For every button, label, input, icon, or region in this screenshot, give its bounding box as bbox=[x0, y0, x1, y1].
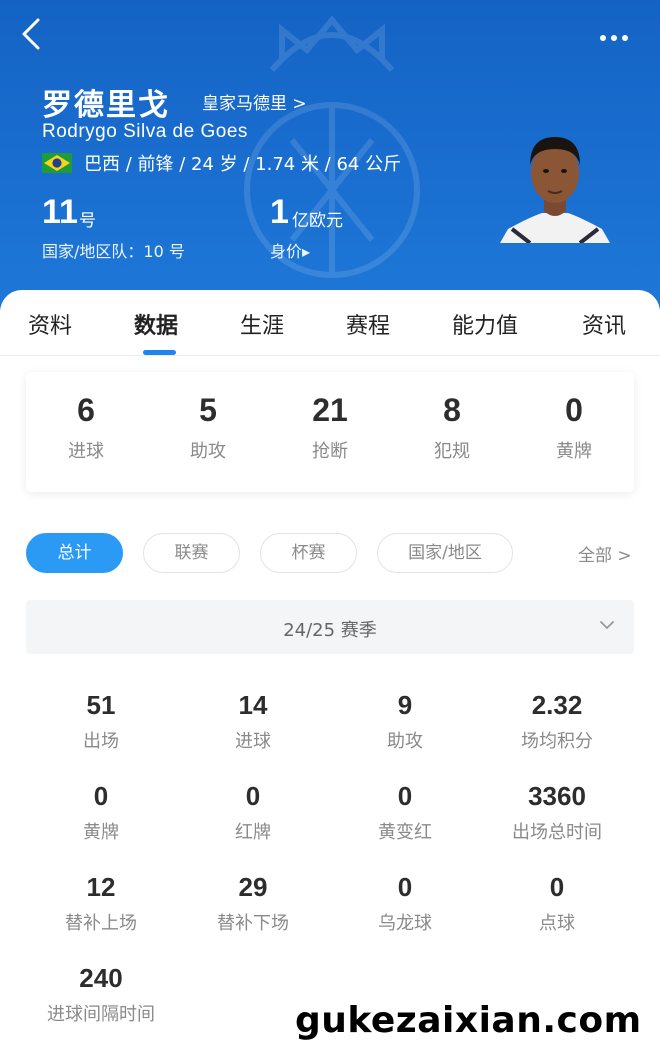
summary-fouls: 8 犯规 bbox=[402, 392, 502, 463]
season-value: 24/25 赛季 bbox=[283, 620, 377, 641]
stat-value: 14 bbox=[238, 690, 268, 720]
back-arrow-icon[interactable] bbox=[18, 16, 48, 52]
market-value-unit: 亿欧元 bbox=[292, 211, 343, 231]
stat-appearances: 51 出场 bbox=[25, 690, 177, 753]
stat-minutes-played: 3360 出场总时间 bbox=[481, 781, 633, 844]
stat-value: 0 bbox=[397, 781, 413, 811]
stat-value: 9 bbox=[397, 690, 413, 720]
stat-label: 场均积分 bbox=[521, 731, 593, 752]
stat-value: 2.32 bbox=[531, 690, 583, 720]
season-dropdown[interactable]: 24/25 赛季 bbox=[26, 600, 634, 654]
active-tab-indicator bbox=[143, 350, 176, 355]
stat-points-per-game: 2.32 场均积分 bbox=[481, 690, 633, 753]
stat-value: 240 bbox=[79, 963, 123, 993]
stat-label: 黄牌 bbox=[83, 822, 119, 843]
stat-value: 0 bbox=[93, 781, 109, 811]
tab-schedule[interactable]: 赛程 bbox=[346, 308, 390, 340]
shirt-number: 11 bbox=[42, 193, 78, 231]
summary-label: 进球 bbox=[68, 441, 104, 462]
market-value: 1 bbox=[270, 193, 289, 231]
shirt-number-unit: 号 bbox=[79, 211, 96, 231]
summary-label: 犯规 bbox=[434, 441, 470, 462]
site-watermark: gukezaixian.com bbox=[295, 1000, 642, 1041]
stat-assists: 9 助攻 bbox=[329, 690, 481, 753]
stat-value: 51 bbox=[86, 690, 116, 720]
stat-label: 助攻 bbox=[387, 731, 423, 752]
filter-total[interactable]: 总计 bbox=[26, 533, 123, 573]
stat-label: 进球 bbox=[235, 731, 271, 752]
filter-league[interactable]: 联赛 bbox=[143, 533, 240, 573]
stat-label: 替补上场 bbox=[65, 913, 137, 934]
summary-value: 0 bbox=[565, 392, 583, 428]
summary-label: 抢断 bbox=[312, 441, 348, 462]
market-value-link[interactable]: 身价▸ bbox=[270, 238, 310, 262]
summary-card: 6 进球 5 助攻 21 抢断 8 犯规 0 黄牌 bbox=[26, 372, 634, 492]
content-panel: 资料 数据 生涯 赛程 能力值 资讯 6 进球 5 助攻 21 抢断 8 犯规 … bbox=[0, 290, 660, 1059]
national-team-number: 国家/地区队：10 号 bbox=[42, 242, 185, 261]
player-name-cn: 罗德里戈 bbox=[42, 88, 170, 123]
summary-goals: 6 进球 bbox=[36, 392, 136, 463]
player-header: 罗德里戈 皇家马德里 > Rodrygo Silva de Goes 巴西 / … bbox=[0, 0, 660, 310]
tab-bar: 资料 数据 生涯 赛程 能力值 资讯 bbox=[0, 290, 660, 356]
stat-own-goals: 0 乌龙球 bbox=[329, 872, 481, 935]
player-avatar bbox=[500, 137, 610, 243]
stat-label: 乌龙球 bbox=[378, 913, 432, 934]
chevron-down-icon bbox=[600, 621, 614, 630]
stat-label: 点球 bbox=[539, 913, 575, 934]
stat-label: 进球间隔时间 bbox=[47, 1004, 155, 1025]
all-filters-link[interactable]: 全部 > bbox=[578, 541, 632, 566]
summary-value: 8 bbox=[443, 392, 461, 428]
summary-value: 5 bbox=[199, 392, 217, 428]
summary-label: 黄牌 bbox=[556, 441, 592, 462]
stat-second-yellow: 0 黄变红 bbox=[329, 781, 481, 844]
more-menu-icon[interactable] bbox=[600, 26, 636, 41]
player-name-en: Rodrygo Silva de Goes bbox=[42, 121, 248, 142]
summary-value: 6 bbox=[77, 392, 95, 428]
stat-sub-off: 29 替补下场 bbox=[177, 872, 329, 935]
player-bio: 巴西 / 前锋 / 24 岁 / 1.74 米 / 64 公斤 bbox=[84, 154, 402, 175]
tab-stats[interactable]: 数据 bbox=[134, 308, 178, 340]
stat-sub-on: 12 替补上场 bbox=[25, 872, 177, 935]
stat-label: 替补下场 bbox=[217, 913, 289, 934]
stat-value: 29 bbox=[238, 872, 268, 902]
brazil-flag-icon bbox=[42, 153, 72, 173]
stat-goal-interval: 240 进球间隔时间 bbox=[25, 963, 177, 1026]
summary-label: 助攻 bbox=[190, 441, 226, 462]
stat-value: 0 bbox=[549, 872, 565, 902]
filter-national[interactable]: 国家/地区 bbox=[377, 533, 513, 573]
summary-tackles: 21 抢断 bbox=[280, 392, 380, 463]
tab-news[interactable]: 资讯 bbox=[582, 308, 626, 340]
stat-value: 3360 bbox=[528, 781, 586, 811]
summary-yellow-cards: 0 黄牌 bbox=[524, 392, 624, 463]
stat-penalties: 0 点球 bbox=[481, 872, 633, 935]
summary-value: 21 bbox=[312, 392, 348, 428]
tab-ability[interactable]: 能力值 bbox=[452, 308, 518, 340]
stat-yellow-cards: 0 黄牌 bbox=[25, 781, 177, 844]
stat-value: 0 bbox=[397, 872, 413, 902]
filter-cup[interactable]: 杯赛 bbox=[260, 533, 357, 573]
stat-label: 黄变红 bbox=[378, 822, 432, 843]
stat-goals: 14 进球 bbox=[177, 690, 329, 753]
stat-red-cards: 0 红牌 bbox=[177, 781, 329, 844]
stat-label: 红牌 bbox=[235, 822, 271, 843]
stat-value: 12 bbox=[86, 872, 116, 902]
tab-career[interactable]: 生涯 bbox=[240, 308, 284, 340]
summary-assists: 5 助攻 bbox=[158, 392, 258, 463]
stat-label: 出场 bbox=[83, 731, 119, 752]
club-link[interactable]: 皇家马德里 > bbox=[202, 89, 307, 114]
tab-profile[interactable]: 资料 bbox=[28, 308, 72, 340]
stat-label: 出场总时间 bbox=[512, 822, 602, 843]
stat-value: 0 bbox=[245, 781, 261, 811]
